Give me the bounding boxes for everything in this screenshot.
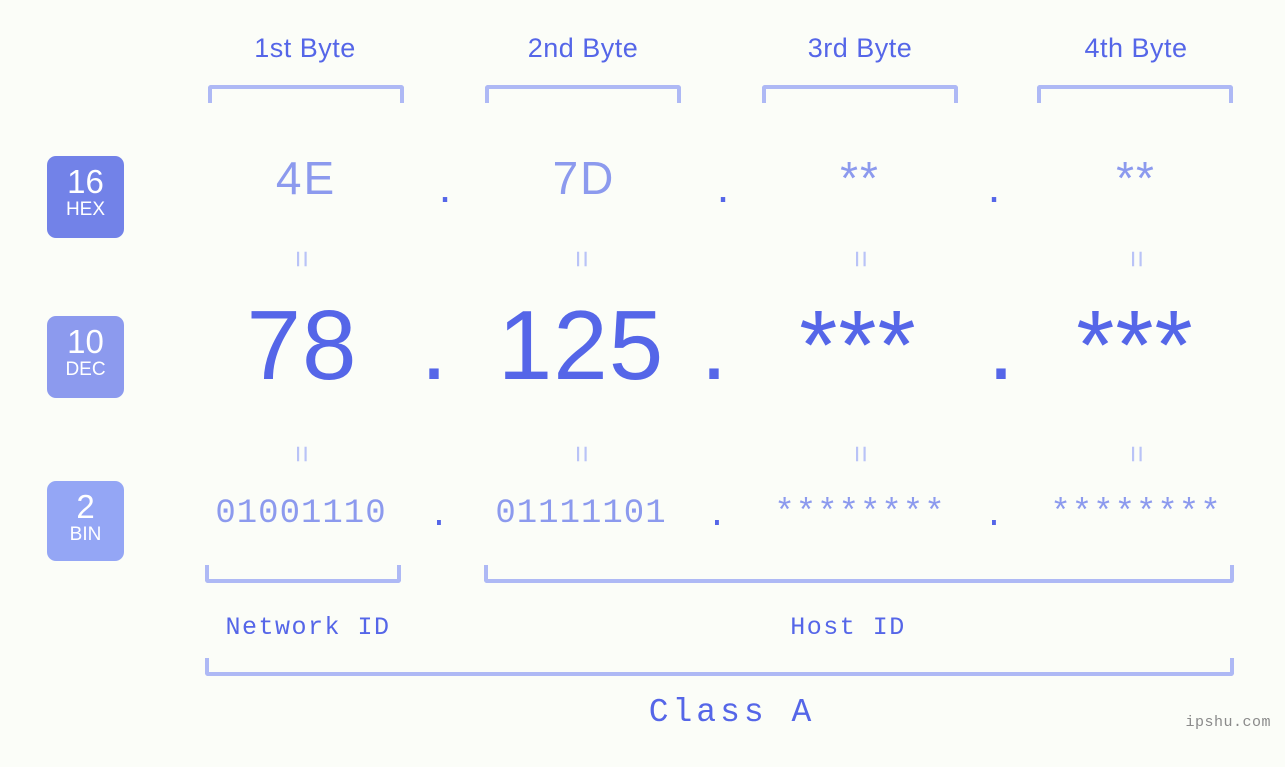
- watermark: ipshu.com: [1185, 714, 1271, 731]
- hex-separator-2: .: [716, 160, 730, 212]
- hex-separator-3: .: [987, 160, 1001, 212]
- byte-header-3: 3rd Byte: [807, 33, 913, 63]
- hex-separator-1: .: [438, 160, 452, 212]
- bin-separator-3: .: [983, 498, 1005, 536]
- dec-separator-3: .: [987, 290, 1015, 400]
- hex-byte-3: **: [840, 152, 880, 204]
- byte-header-2: 2nd Byte: [527, 33, 639, 63]
- host-id-bracket: [484, 565, 1234, 583]
- byte-header-1: 1st Byte: [254, 33, 356, 63]
- dec-byte-1: 78: [246, 290, 358, 400]
- bin-separator-1: .: [428, 498, 450, 536]
- network-id-bracket: [205, 565, 401, 583]
- equals-icon-hex-dec-2: =: [565, 250, 598, 268]
- byte-bracket-2: [485, 85, 681, 103]
- bin-byte-1: 01001110: [215, 495, 387, 533]
- equals-icon-dec-bin-3: =: [844, 445, 877, 463]
- byte-bracket-4: [1037, 85, 1233, 103]
- equals-icon-hex-dec-1: =: [285, 250, 318, 268]
- bin-separator-2: .: [706, 498, 728, 536]
- dec-byte-4: ***: [1076, 290, 1194, 400]
- byte-header-4: 4th Byte: [1084, 33, 1188, 63]
- equals-icon-hex-dec-4: =: [1120, 250, 1153, 268]
- bin-value-row: 01001110 . 01111101 . ******** . *******…: [0, 490, 1285, 550]
- byte-bracket-1: [208, 85, 404, 103]
- class-bracket: [205, 658, 1234, 676]
- bin-byte-3: ********: [774, 495, 946, 533]
- hex-byte-4: **: [1116, 152, 1156, 204]
- dec-separator-2: .: [700, 290, 728, 400]
- equals-icon-dec-bin-2: =: [565, 445, 598, 463]
- dec-separator-1: .: [420, 290, 448, 400]
- dec-byte-3: ***: [799, 290, 917, 400]
- dec-byte-2: 125: [497, 290, 665, 400]
- equals-icon-hex-dec-3: =: [844, 250, 877, 268]
- byte-bracket-3: [762, 85, 958, 103]
- ip-address-breakdown-diagram: 1st Byte 2nd Byte 3rd Byte 4th Byte 16 H…: [0, 0, 1285, 767]
- host-id-label: Host ID: [790, 613, 906, 642]
- equals-icon-dec-bin-4: =: [1120, 445, 1153, 463]
- bin-byte-4: ********: [1050, 495, 1222, 533]
- dec-value-row: 78 . 125 . *** . ***: [0, 290, 1285, 400]
- network-id-label: Network ID: [225, 613, 391, 642]
- bin-byte-2: 01111101: [495, 495, 667, 533]
- hex-byte-1: 4E: [275, 152, 337, 204]
- class-label: Class A: [648, 694, 816, 731]
- hex-value-row: 4E . 7D . ** . **: [0, 150, 1285, 230]
- equals-icon-dec-bin-1: =: [285, 445, 318, 463]
- hex-byte-2: 7D: [552, 152, 616, 204]
